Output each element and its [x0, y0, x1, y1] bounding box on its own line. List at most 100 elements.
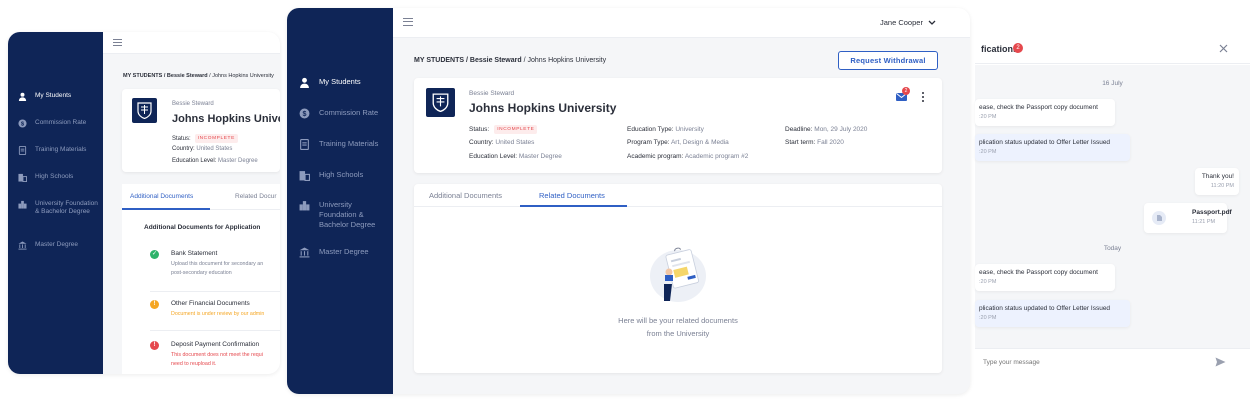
sidebar-item-label: Training Materials [35, 146, 87, 153]
attachment-bubble[interactable]: Passport.pdf 11:21 PM [1144, 203, 1232, 233]
doc-description-2: post-secondary education [171, 270, 232, 276]
sidebar-item-training-materials[interactable]: Training Materials [299, 139, 378, 150]
additional-docs-heading: Additional Documents for Application [144, 224, 261, 231]
sidebar-item-university-foundation[interactable]: University Foundation & Bachelor Degree [299, 200, 389, 230]
divider [150, 291, 280, 292]
message-text: plication status updated to Offer Letter… [979, 139, 1111, 146]
country-label: Country: [469, 139, 494, 146]
message-time: 11:20 PM [1210, 183, 1234, 189]
empty-documents-illustration [650, 247, 706, 302]
doc-description: Upload this document for secondary an [171, 261, 264, 267]
documents-section: Additional Documents Related Documents H… [414, 184, 942, 373]
breadcrumb-root[interactable]: MY STUDENTS [123, 73, 162, 79]
university-logo [426, 88, 455, 117]
sidebar-item-high-schools[interactable]: High Schools [18, 173, 73, 182]
program-type-value: Art, Design & Media [670, 139, 729, 146]
doc-description: Document is under review by our admin [171, 311, 265, 317]
education-type-label: Education Type: [627, 126, 674, 133]
tab-additional-documents[interactable]: Additional Documents [130, 193, 193, 200]
application-card: Bessie Steward Johns Hopkins University … [122, 89, 280, 172]
sidebar-item-training-materials[interactable]: Training Materials [18, 146, 86, 155]
start-term-label: Start term: [785, 139, 816, 146]
warning-icon: ! [150, 300, 159, 309]
user-name: Jane Cooper [880, 18, 923, 27]
error-icon: ! [150, 341, 159, 350]
mail-badge: 2 [902, 87, 910, 95]
message-bubble: plication status updated to Offer Letter… [975, 300, 1130, 327]
message-composer [975, 348, 1250, 374]
active-tab-indicator [122, 208, 210, 210]
sidebar-item-my-students[interactable]: My Students [299, 77, 361, 88]
tab-related-documents[interactable]: Related Documents [539, 191, 605, 200]
country-value: United States [495, 139, 535, 146]
desktop-preview-panel: Jane Cooper My Students $ Commission Rat… [287, 8, 970, 394]
sidebar-item-commission-rate[interactable]: $ Commission Rate [18, 119, 86, 128]
send-icon[interactable] [1215, 357, 1226, 367]
education-level-value: Master Degree [518, 153, 562, 160]
status-badge: INCOMPLETE [494, 125, 538, 134]
sidebar-item-label: Training Materials [319, 139, 379, 148]
tab-related-documents[interactable]: Related Docur [235, 193, 277, 200]
more-options-icon[interactable] [922, 92, 925, 104]
city-icon [18, 200, 27, 209]
academic-program-value: Academic program #2 [684, 153, 749, 160]
deadline-label: Deadline: [785, 126, 813, 133]
academic-program-label: Academic program: [627, 153, 684, 160]
close-icon[interactable] [1219, 44, 1228, 53]
sidebar-item-label: Master Degree [35, 241, 78, 248]
check-icon: ✓ [150, 250, 159, 259]
breadcrumb-root[interactable]: MY STUDENTS [414, 57, 464, 64]
education-level-label: Education Level: [469, 153, 518, 160]
sidebar-item-label: Commission Rate [319, 108, 379, 117]
notifications-panel: fications 2 16 July ease, check the Pass… [975, 32, 1250, 374]
institution-icon [299, 247, 310, 258]
menu-icon[interactable] [403, 18, 413, 26]
message-time: :20 PM [979, 149, 997, 155]
sidebar-item-master-degree[interactable]: Master Degree [18, 241, 78, 250]
education-level-value: Master Degree [218, 158, 258, 164]
message-text: ease, check the Passport copy document [979, 104, 1098, 111]
message-text: Thank you! [1201, 173, 1234, 180]
sidebar-item-my-students[interactable]: My Students [18, 92, 71, 101]
message-bubble: plication status updated to Offer Letter… [975, 134, 1130, 161]
dollar-icon: $ [299, 108, 310, 119]
mobile-preview-panel: My Students $ Commission Rate Training M… [8, 32, 280, 374]
program-type-label: Program Type: [627, 139, 670, 146]
breadcrumb-student[interactable]: Bessie Steward [167, 73, 208, 79]
sidebar-item-label: My Students [319, 77, 361, 86]
menu-icon[interactable] [113, 39, 122, 46]
sidebar-item-high-schools[interactable]: High Schools [299, 170, 363, 181]
message-input[interactable] [983, 355, 1193, 369]
status-label: Status: [172, 135, 191, 142]
tab-additional-documents[interactable]: Additional Documents [429, 191, 502, 200]
message-bubble: ease, check the Passport copy document :… [975, 99, 1115, 126]
sidebar-item-university-foundation[interactable]: University Foundation & Bachelor Degree [18, 200, 100, 217]
attachment-name: Passport.pdf [1192, 209, 1232, 216]
application-card: Bessie Steward Johns Hopkins University … [414, 78, 942, 173]
sidebar-item-commission-rate[interactable]: $ Commission Rate [299, 108, 378, 119]
empty-state-line-1: Here will be your related documents [618, 316, 738, 325]
svg-text:$: $ [303, 110, 307, 118]
breadcrumb: MY STUDENTS / Bessie Steward / Johns Hop… [414, 57, 607, 64]
request-withdrawal-button[interactable]: Request Withdrawal [838, 51, 938, 70]
education-level-label: Education Level: [172, 158, 217, 164]
document-icon [300, 139, 309, 150]
sidebar-item-label: Commission Rate [35, 119, 87, 126]
doc-description-2: need to reupload it. [171, 361, 217, 367]
status-badge: INCOMPLETE [194, 134, 238, 143]
institution-icon [18, 241, 27, 250]
message-bubble: Thank you! 11:20 PM [1195, 168, 1239, 195]
message-text: ease, check the Passport copy document [979, 269, 1098, 276]
sidebar-item-label: High Schools [35, 173, 74, 180]
student-name: Bessie Steward [469, 90, 515, 97]
user-menu[interactable]: Jane Cooper [880, 18, 936, 27]
documents-section: Additional Documents Related Docur Addit… [122, 184, 280, 374]
university-logo [132, 98, 157, 123]
university-name: Johns Hopkins University [469, 101, 617, 115]
city-icon [299, 201, 310, 211]
message-time: :20 PM [979, 315, 997, 321]
message-time: :20 PM [979, 114, 997, 120]
breadcrumb-student[interactable]: Bessie Steward [470, 57, 522, 64]
file-icon [1152, 211, 1166, 225]
sidebar-item-master-degree[interactable]: Master Degree [299, 247, 369, 258]
